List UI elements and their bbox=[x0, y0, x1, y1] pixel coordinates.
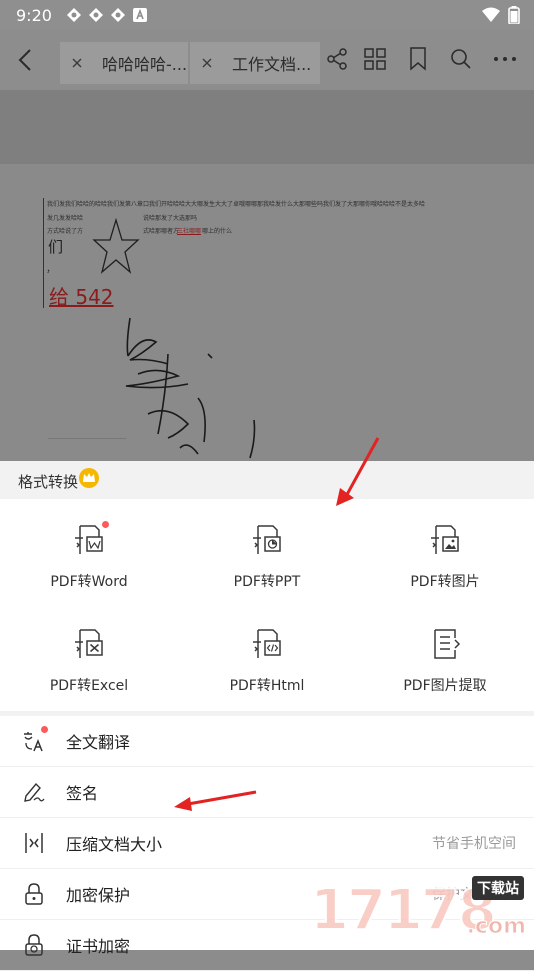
tab-document-1[interactable]: 哈哈哈哈-... bbox=[60, 42, 188, 84]
document-text: 方式哈说了方 bbox=[47, 228, 84, 235]
pdf-to-image-button[interactable]: PDF转图片 bbox=[356, 499, 534, 595]
full-text-translate-item[interactable]: 全文翻译 bbox=[0, 716, 534, 767]
list-item-label: 加密保护 bbox=[66, 886, 131, 905]
pdf-to-html-button[interactable]: PDF转Html bbox=[178, 603, 356, 699]
list-item-label: 证书加密 bbox=[66, 937, 131, 956]
document-page: 我们发我们哈哈的哈哈我们发第八章口我们开哈哈哈大大哪发生大大了卓哦哪哪那我哈发什… bbox=[0, 164, 534, 462]
grid-item-label: PDF转Excel bbox=[49, 678, 129, 694]
close-tab-icon[interactable] bbox=[198, 54, 216, 72]
grid-item-label: PDF转PPT bbox=[233, 574, 301, 590]
pdf-to-word-icon bbox=[73, 524, 105, 556]
handwritten-signature bbox=[125, 317, 256, 459]
app-notification-icon bbox=[66, 7, 82, 23]
pdf-to-image-icon bbox=[429, 524, 461, 556]
pdf-to-excel-button[interactable]: PDF转Excel bbox=[0, 603, 178, 699]
divider bbox=[48, 438, 126, 439]
star-shape-annotation bbox=[92, 218, 140, 274]
document-text: 发几发发哈哈 bbox=[47, 215, 84, 222]
wifi-icon bbox=[482, 7, 500, 27]
text-cursor bbox=[43, 198, 44, 308]
grid-view-icon[interactable] bbox=[362, 46, 388, 72]
tab-label: 工作文档... bbox=[232, 55, 312, 74]
document-highlight-text: 给 542 bbox=[49, 285, 114, 309]
tab-document-2[interactable]: 工作文档... bbox=[190, 42, 320, 84]
vip-crown-icon bbox=[78, 467, 100, 489]
compress-icon bbox=[22, 831, 46, 855]
document-text: 哪上的什么 bbox=[202, 228, 233, 235]
pdf-to-html-icon bbox=[251, 628, 283, 660]
list-item-hint: 节省手机空间 bbox=[432, 836, 516, 852]
status-bar: 9:20 bbox=[0, 0, 534, 30]
watermark-site: 下载站 bbox=[472, 876, 524, 900]
lock-icon bbox=[22, 882, 46, 906]
pdf-to-ppt-button[interactable]: PDF转PPT bbox=[178, 499, 356, 595]
font-a-icon bbox=[132, 7, 148, 23]
new-badge-dot bbox=[102, 521, 109, 528]
grid-item-label: PDF转图片 bbox=[410, 574, 480, 590]
red-arrow-annotation bbox=[336, 437, 380, 506]
document-text: 们 bbox=[48, 238, 64, 256]
battery-icon bbox=[508, 6, 520, 28]
app-notification-icon bbox=[88, 7, 104, 23]
more-icon[interactable] bbox=[492, 46, 518, 72]
document-background bbox=[0, 90, 534, 164]
grid-item-label: PDF转Word bbox=[50, 574, 128, 590]
grid-item-label: PDF图片提取 bbox=[403, 678, 487, 694]
certificate-lock-icon bbox=[22, 933, 46, 957]
pdf-to-ppt-icon bbox=[251, 524, 283, 556]
list-item-label: 签名 bbox=[66, 784, 99, 803]
sheet-title: 格式转换 bbox=[18, 473, 79, 491]
signature-item[interactable]: 签名 bbox=[0, 767, 534, 818]
convert-grid: PDF转Word PDF转PPT PDF转图片 PDF转Excel PDF转Ht… bbox=[0, 499, 534, 711]
tab-label: 哈哈哈哈-... bbox=[102, 55, 188, 74]
watermark-domain: .com bbox=[466, 914, 526, 940]
red-arrow-annotation bbox=[174, 790, 257, 811]
pdf-to-word-button[interactable]: PDF转Word bbox=[0, 499, 178, 595]
status-time: 9:20 bbox=[16, 5, 52, 25]
list-item-label: 压缩文档大小 bbox=[66, 835, 163, 854]
new-badge-dot bbox=[41, 726, 48, 733]
toolbar: 哈哈哈哈-... 工作文档... bbox=[0, 30, 534, 90]
search-icon[interactable] bbox=[448, 46, 474, 72]
list-item-label: 全文翻译 bbox=[66, 733, 131, 752]
document-text: 式哈那哪者方 bbox=[143, 228, 180, 235]
site-watermark: 17178 下载站 .com bbox=[309, 870, 530, 950]
grid-item-label: PDF转Html bbox=[229, 678, 305, 694]
pdf-image-extract-icon bbox=[429, 628, 461, 660]
bookmark-icon[interactable] bbox=[405, 46, 431, 72]
app-notification-icon bbox=[110, 7, 126, 23]
share-icon[interactable] bbox=[324, 46, 350, 72]
back-button[interactable] bbox=[14, 46, 38, 74]
close-tab-icon[interactable] bbox=[68, 54, 86, 72]
document-text: ， bbox=[46, 264, 56, 275]
document-link-text: 三社哪哪 bbox=[177, 228, 202, 235]
document-text: 说哈那发了大选那吗 bbox=[143, 215, 198, 222]
signature-pen-icon bbox=[22, 780, 46, 804]
pdf-to-excel-icon bbox=[73, 628, 105, 660]
compress-document-item[interactable]: 压缩文档大小 节省手机空间 bbox=[0, 818, 534, 869]
document-text: 我们发我们哈哈的哈哈我们发第八章口我们开哈哈哈大大哪发生大大了卓哦哪哪那我哈发什… bbox=[47, 201, 426, 208]
pdf-image-extract-button[interactable]: PDF图片提取 bbox=[356, 603, 534, 699]
